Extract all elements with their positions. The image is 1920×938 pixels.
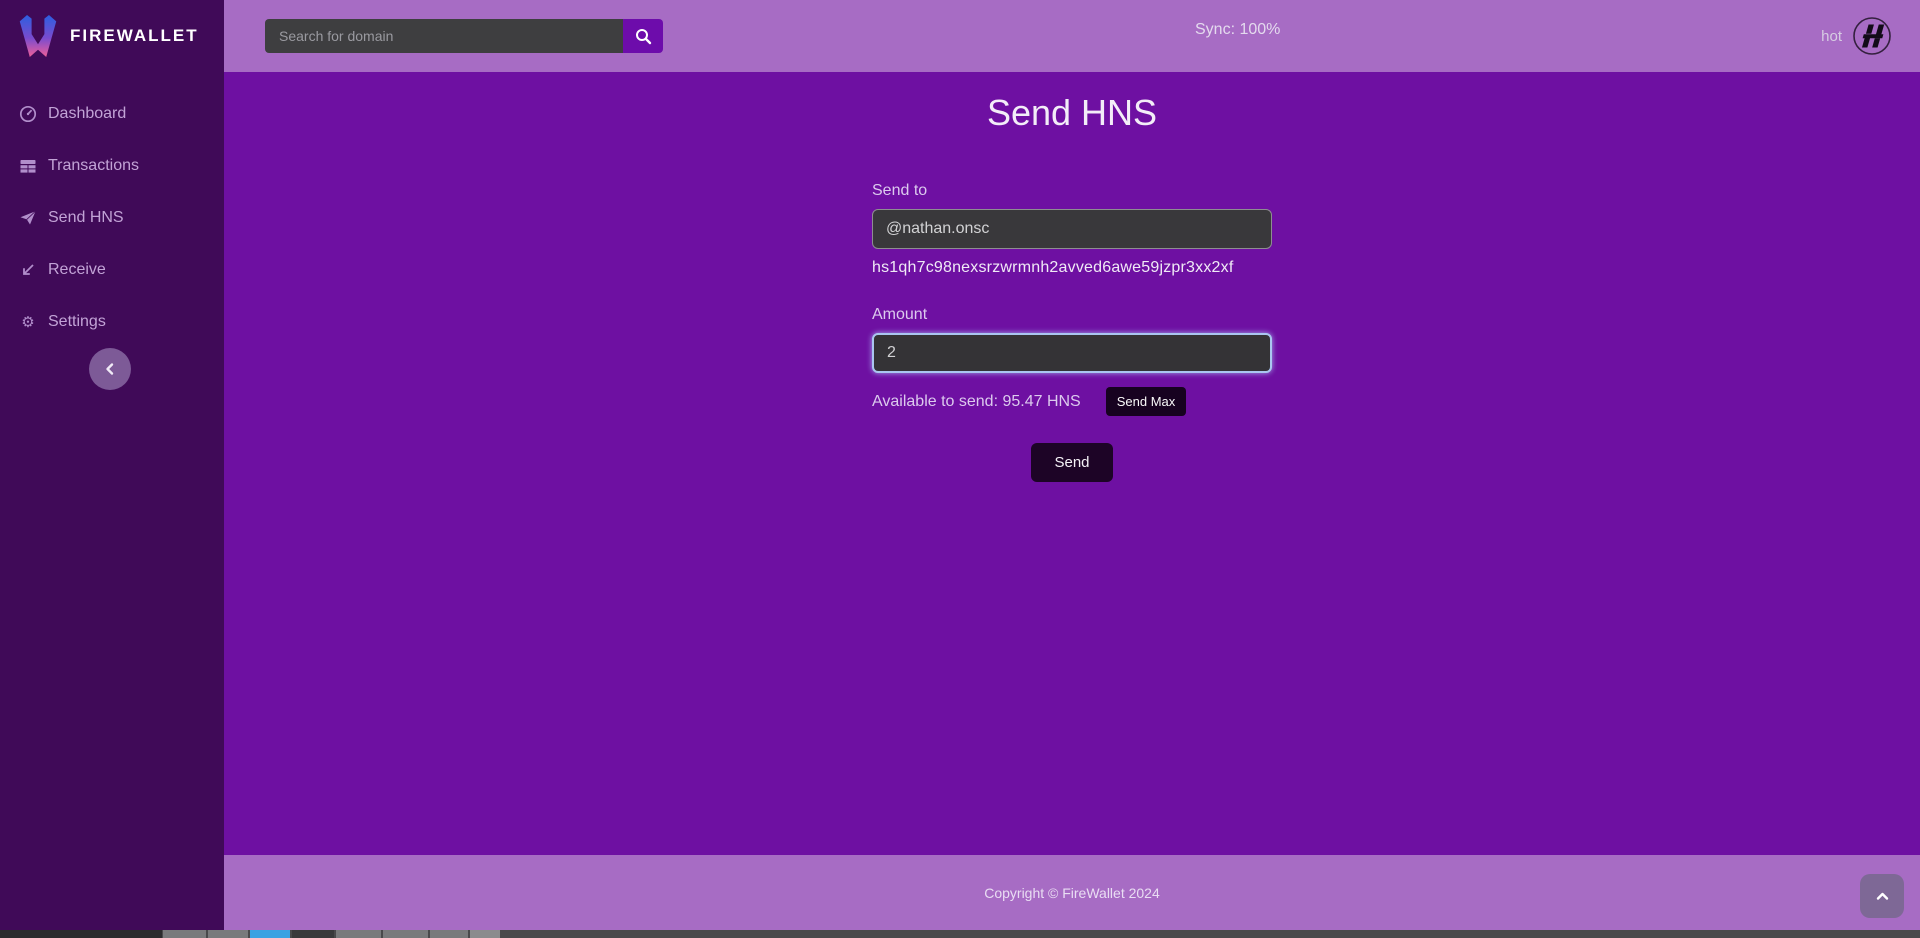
sidebar-item-send-hns[interactable]: Send HNS: [0, 192, 224, 244]
wallet-name: hot: [1821, 28, 1842, 45]
search-button[interactable]: [623, 19, 663, 53]
taskbar-segment: [430, 930, 468, 938]
send-to-input[interactable]: [872, 209, 1272, 249]
send-form: Send to hs1qh7c98nexsrzwrmnh2avved6awe59…: [872, 182, 1272, 482]
taskbar-segment: [383, 930, 428, 938]
magnifier-icon: [635, 28, 652, 45]
chevron-left-icon: [103, 362, 117, 376]
sidebar-item-label: Send HNS: [48, 209, 124, 227]
paper-plane-icon: [19, 209, 37, 227]
sidebar-item-label: Receive: [48, 261, 106, 279]
handshake-logo-icon[interactable]: [1852, 16, 1892, 56]
amount-input[interactable]: [872, 333, 1272, 373]
sidebar-item-label: Settings: [48, 313, 106, 331]
sidebar-item-receive[interactable]: Receive: [0, 244, 224, 296]
table-icon: [19, 157, 37, 175]
brand: FIREWALLET: [0, 0, 224, 72]
scroll-to-top-button[interactable]: [1860, 874, 1904, 918]
available-row: Available to send: 95.47 HNS Send Max: [872, 387, 1272, 416]
gear-icon: ⚙: [19, 313, 37, 331]
copyright-text: Copyright © FireWallet 2024: [984, 885, 1160, 901]
sidebar: FIREWALLET Dashboard Transactions Send H…: [0, 0, 224, 930]
taskbar-segment-active: [250, 930, 290, 938]
sidebar-item-dashboard[interactable]: Dashboard: [0, 88, 224, 140]
send-to-label: Send to: [872, 182, 1272, 200]
available-to-send-text: Available to send: 95.47 HNS: [872, 393, 1081, 411]
taskbar-segment: [0, 930, 162, 938]
sidebar-item-label: Transactions: [48, 157, 139, 175]
taskbar-segment: [336, 930, 381, 938]
dashboard-gauge-icon: [19, 105, 37, 123]
header: Sync: 100% hot: [224, 0, 1920, 72]
firewallet-app: FIREWALLET Dashboard Transactions Send H…: [0, 0, 1920, 938]
bottom-taskbar-strip: [0, 930, 1920, 938]
main-content: Send HNS Send to hs1qh7c98nexsrzwrmnh2av…: [224, 72, 1920, 855]
search-bar: [265, 19, 663, 53]
footer: Copyright © FireWallet 2024: [224, 855, 1920, 930]
sync-status: Sync: 100%: [1195, 21, 1280, 39]
wallet-area: hot: [1821, 0, 1892, 72]
sidebar-nav: Dashboard Transactions Send HNS Receive: [0, 88, 224, 348]
firewallet-logo-icon: [17, 12, 59, 60]
taskbar-segment: [292, 930, 334, 938]
brand-name: FIREWALLET: [70, 26, 199, 46]
page-title: Send HNS: [224, 92, 1920, 134]
taskbar-segment: [163, 930, 206, 938]
arrow-down-left-icon: [19, 261, 37, 279]
sidebar-item-transactions[interactable]: Transactions: [0, 140, 224, 192]
amount-label: Amount: [872, 306, 1272, 324]
taskbar-segment: [470, 930, 500, 938]
sidebar-collapse-button[interactable]: [89, 348, 131, 390]
send-button[interactable]: Send: [1031, 443, 1112, 482]
sidebar-item-label: Dashboard: [48, 105, 126, 123]
chevron-up-icon: [1875, 889, 1890, 904]
search-input[interactable]: [265, 19, 623, 53]
sidebar-item-settings[interactable]: ⚙ Settings: [0, 296, 224, 348]
send-max-button[interactable]: Send Max: [1106, 387, 1187, 416]
taskbar-segment: [208, 930, 248, 938]
resolved-address: hs1qh7c98nexsrzwrmnh2avved6awe59jzpr3xx2…: [872, 259, 1272, 277]
